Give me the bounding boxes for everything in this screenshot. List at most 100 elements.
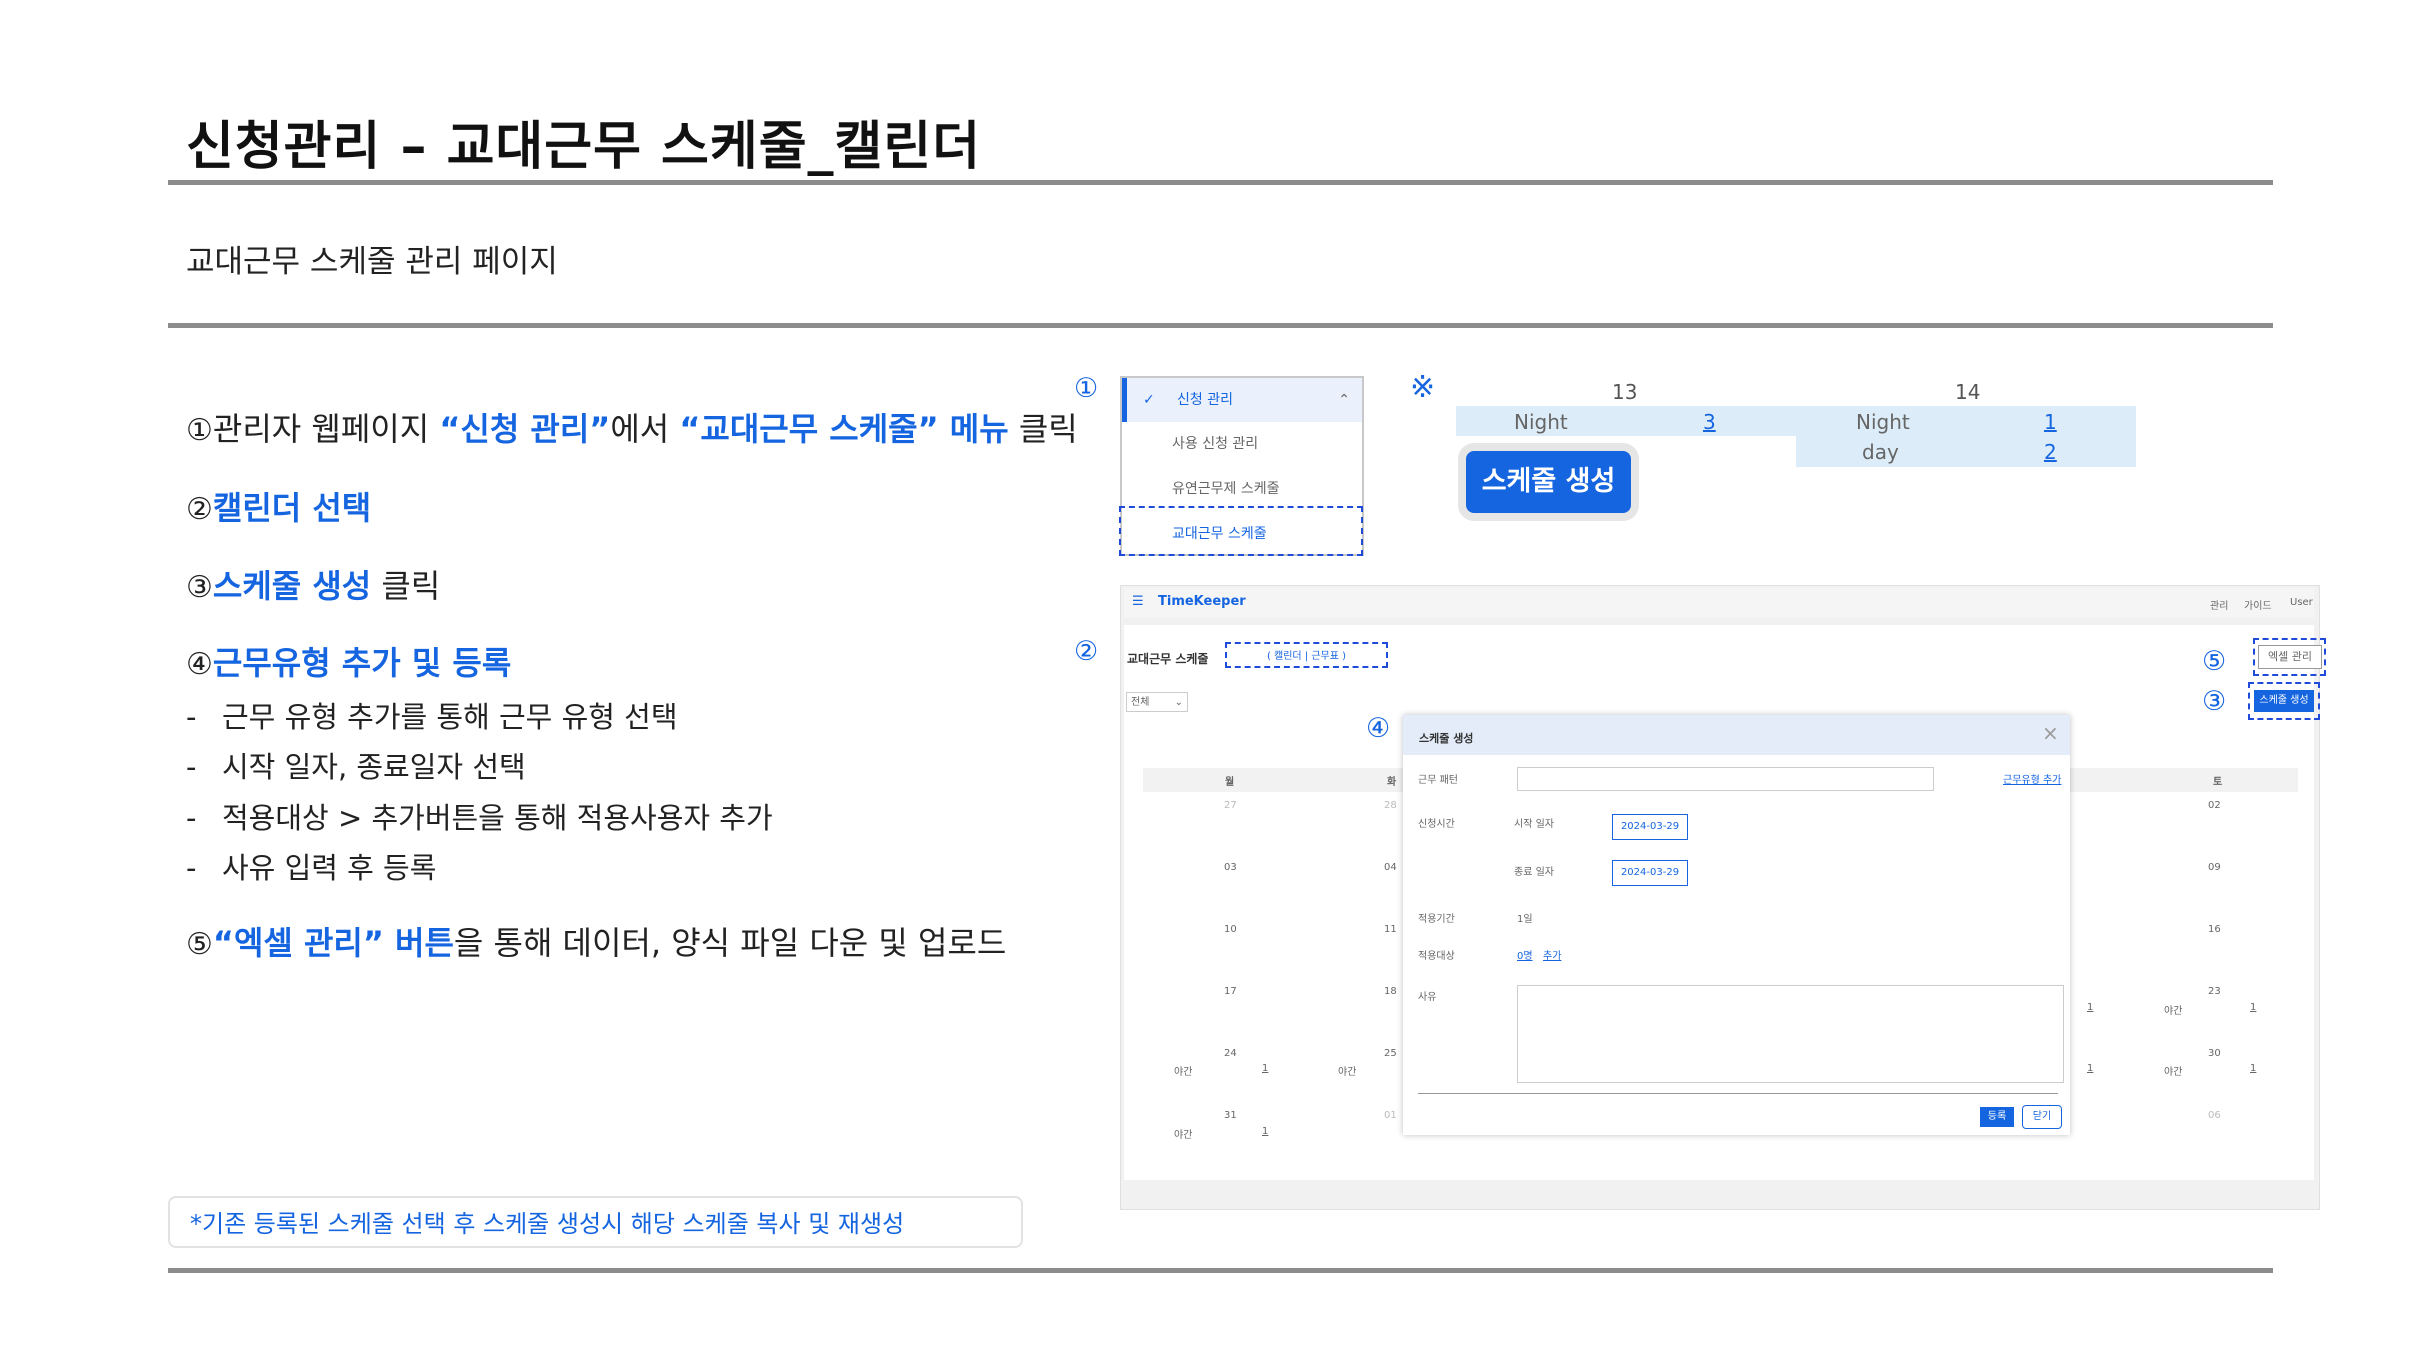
calendar-day[interactable]: 09 <box>2208 862 2221 873</box>
calendar-day[interactable]: 04 <box>1384 862 1397 873</box>
calendar-day[interactable]: 03 <box>1224 862 1237 873</box>
menu-item-flexible-schedule[interactable]: 유연근무제 스케줄 <box>1122 467 1362 511</box>
weekday-label: 화 <box>1387 777 1397 788</box>
calendar-shift-count[interactable]: 1 <box>2250 1063 2256 1074</box>
step-text: 클릭 <box>371 567 441 605</box>
calendar-shift-count[interactable]: 1 <box>1262 1126 1268 1137</box>
start-date-input[interactable]: 2024-03-29 <box>1612 814 1688 840</box>
day-13: 13 <box>1612 380 1638 404</box>
night-count-link[interactable]: 3 <box>1703 410 1716 434</box>
close-icon[interactable]: × <box>2042 721 2059 745</box>
step-highlight: “엑셀 관리” 버튼 <box>212 924 454 962</box>
substep: - 근무 유형 추가를 통해 근무 유형 선택 <box>186 694 678 736</box>
calendar-toggle[interactable]: ( 캘린더 | 근무표 ) <box>1225 642 1388 668</box>
calendar-day[interactable]: 17 <box>1224 986 1237 997</box>
excel-management-button[interactable]: 엑셀 관리 <box>2258 645 2322 669</box>
calendar-day[interactable]: 10 <box>1224 924 1237 935</box>
menu-item-usage-request[interactable]: 사용 신청 관리 <box>1122 422 1362 466</box>
calendar-shift-count[interactable]: 1 <box>2087 1002 2093 1013</box>
reason-textarea[interactable] <box>1517 985 2064 1083</box>
register-button[interactable]: 등록 <box>1980 1107 2014 1127</box>
field-label: 적용대상 <box>1418 951 1455 962</box>
bullet-dash: - <box>186 851 197 885</box>
bottom-divider <box>168 1268 2273 1273</box>
schedule-create-button-example[interactable]: 스케줄 생성 <box>1466 451 1631 513</box>
day-count-link[interactable]: 2 <box>2044 440 2057 464</box>
field-label: 시작 일자 <box>1514 819 1554 830</box>
marker-1: ① <box>1074 373 1099 404</box>
calendar-day[interactable]: 11 <box>1384 924 1397 935</box>
night-label-2: Night <box>1856 410 1910 434</box>
step-text: 관리자 웹페이지 <box>212 410 440 448</box>
calendar-shift-label: 야간 <box>1338 1067 1357 1078</box>
calendar-shift-label: 야간 <box>1174 1130 1193 1141</box>
step-number: ⑤ <box>186 927 213 962</box>
calendar-shift-count[interactable]: 1 <box>1262 1063 1268 1074</box>
topbar-item[interactable]: 가이드 <box>2244 597 2272 612</box>
calendar-shift-label: 야간 <box>2164 1067 2183 1078</box>
calendar-day[interactable]: 27 <box>1224 800 1237 811</box>
calendar-day[interactable]: 24 <box>1224 1048 1237 1059</box>
title-divider <box>168 180 2273 185</box>
calendar-day[interactable]: 16 <box>2208 924 2221 935</box>
field-label: 근무 패턴 <box>1418 775 1458 786</box>
field-label: 신청시간 <box>1418 819 1455 830</box>
work-pattern-field[interactable] <box>1517 767 1934 791</box>
step-number: ② <box>186 492 213 527</box>
page-title: 신청관리 – 교대근무 스케줄_캘린더 <box>186 117 982 177</box>
marker-5: ⑤ <box>2202 646 2227 677</box>
calendar-day[interactable]: 25 <box>1384 1048 1397 1059</box>
topbar-user[interactable]: User <box>2290 597 2313 608</box>
duration-value: 1일 <box>1517 914 1533 925</box>
calendar-day[interactable]: 30 <box>2208 1048 2221 1059</box>
schedule-create-button[interactable]: 스케줄 생성 <box>2254 690 2314 712</box>
step-highlight: 스케줄 생성 <box>212 567 372 605</box>
reference-mark: ※ <box>1410 370 1436 405</box>
check-icon: ✓ <box>1143 392 1155 408</box>
step-number: ③ <box>186 570 213 605</box>
app-logo: TimeKeeper <box>1158 594 1246 609</box>
night-count-link-2[interactable]: 1 <box>2044 410 2057 434</box>
calendar-day[interactable]: 06 <box>2208 1110 2221 1121</box>
add-work-type-link[interactable]: 근무유형 추가 <box>2003 771 2061 786</box>
step-text: 을 통해 데이터, 양식 파일 다운 및 업로드 <box>453 924 1007 962</box>
app-page-label: 교대근무 스케줄 <box>1127 652 1209 666</box>
filter-select[interactable]: 전체 ⌄ <box>1126 692 1188 712</box>
calendar-day[interactable]: 02 <box>2208 800 2221 811</box>
step-highlight: 근무유형 추가 및 등록 <box>212 644 512 682</box>
calendar-shift-count[interactable]: 1 <box>2087 1063 2093 1074</box>
weekday-label: 월 <box>1225 777 1235 788</box>
calendar-day[interactable]: 18 <box>1384 986 1397 997</box>
field-label: 적용기간 <box>1418 914 1455 925</box>
bullet-dash: - <box>186 700 197 734</box>
step-5: ⑤“엑셀 관리” 버튼을 통해 데이터, 양식 파일 다운 및 업로드 <box>186 918 1006 964</box>
bullet-dash: - <box>186 750 197 784</box>
menu-head-request-management[interactable]: ✓ 신청 관리 ⌃ <box>1122 378 1362 422</box>
hamburger-icon[interactable]: ☰ <box>1132 594 1144 609</box>
filter-select-value: 전체 <box>1131 697 1150 708</box>
field-label: 종료 일자 <box>1514 867 1554 878</box>
weekday-label: 토 <box>2213 777 2223 788</box>
calendar-day[interactable]: 31 <box>1224 1110 1237 1121</box>
target-add-link[interactable]: 추가 <box>1543 947 1561 962</box>
calendar-shift-label: 야간 <box>2164 1006 2183 1017</box>
marker-2: ② <box>1074 636 1099 667</box>
step-highlight: “교대근무 스케줄” 메뉴 <box>679 410 1009 448</box>
day-label: day <box>1862 440 1899 464</box>
substep-text: 사유 입력 후 등록 <box>222 851 437 885</box>
topbar-item[interactable]: 관리 <box>2210 597 2228 612</box>
substep: - 적용대상 > 추가버튼을 통해 적용사용자 추가 <box>186 795 773 837</box>
day-14: 14 <box>1955 380 1981 404</box>
step-text: 에서 <box>610 410 680 448</box>
calendar-shift-count[interactable]: 1 <box>2250 1002 2256 1013</box>
calendar-day[interactable]: 01 <box>1384 1110 1397 1121</box>
end-date-input[interactable]: 2024-03-29 <box>1612 860 1688 886</box>
chevron-down-icon: ⌄ <box>1174 697 1183 708</box>
close-button[interactable]: 닫기 <box>2022 1105 2062 1129</box>
target-count-link[interactable]: 0명 <box>1517 947 1533 962</box>
step-2: ②캘린더 선택 <box>186 483 371 529</box>
calendar-day[interactable]: 28 <box>1384 800 1397 811</box>
chevron-up-icon: ⌃ <box>1338 392 1350 408</box>
calendar-day[interactable]: 23 <box>2208 986 2221 997</box>
app-topbar <box>1124 588 2314 618</box>
